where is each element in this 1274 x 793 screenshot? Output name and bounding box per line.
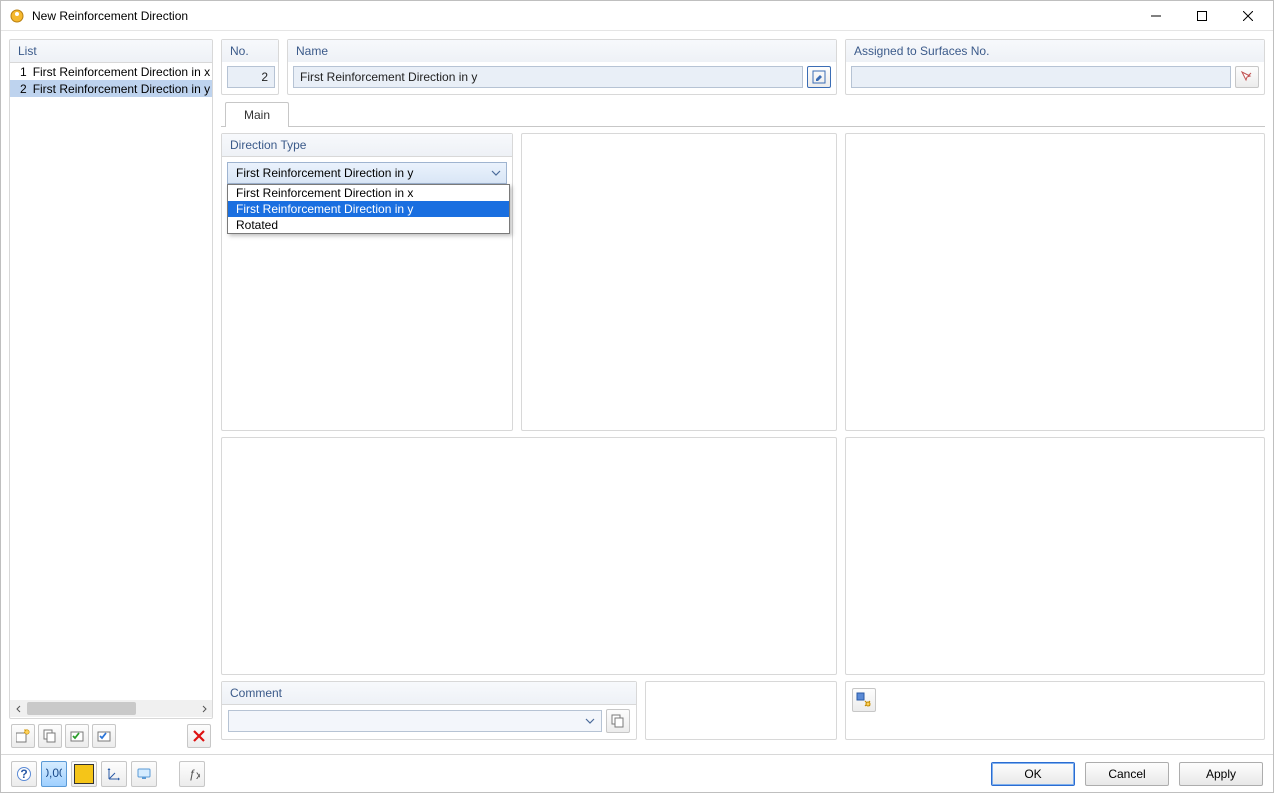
name-label: Name [288, 40, 836, 62]
direction-type-dropdown[interactable]: First Reinforcement Direction in xFirst … [227, 184, 510, 234]
assigned-input[interactable] [851, 66, 1231, 88]
tabs: Main [221, 101, 1265, 127]
assigned-field-box: Assigned to Surfaces No. [845, 39, 1265, 95]
top-fields: No. Name Assigned to Surfaces No. [221, 39, 1265, 95]
close-button[interactable] [1225, 1, 1271, 30]
name-field-box: Name [287, 39, 837, 95]
chevron-down-icon[interactable] [489, 166, 503, 180]
tab-main[interactable]: Main [225, 102, 289, 127]
name-input[interactable] [293, 66, 803, 88]
horizontal-scrollbar[interactable] [10, 700, 212, 717]
list-item[interactable]: 1 First Reinforcement Direction in x [10, 63, 212, 80]
scroll-track[interactable] [27, 700, 195, 717]
color-button[interactable] [71, 761, 97, 787]
chevron-down-icon[interactable] [583, 714, 597, 728]
svg-text:x: x [196, 768, 200, 782]
list-toolbar [9, 719, 213, 750]
comment-library-button[interactable] [606, 709, 630, 733]
main-column: No. Name Assigned to Surfaces No. [221, 39, 1265, 750]
titlebar: New Reinforcement Direction [1, 1, 1273, 31]
comment-panel: Comment [221, 681, 637, 740]
no-field-box: No. [221, 39, 279, 95]
check-green-button[interactable] [65, 724, 89, 748]
no-input[interactable] [227, 66, 275, 88]
sidebar: List 1 First Reinforcement Direction in … [9, 39, 213, 750]
dropdown-option[interactable]: First Reinforcement Direction in x [228, 185, 509, 201]
preview-panel-upper [845, 133, 1265, 431]
new-item-button[interactable] [11, 724, 35, 748]
list-header: List [10, 40, 212, 63]
big-row [221, 437, 1265, 675]
mid-row: Direction Type First Reinforcement Direc… [221, 133, 1265, 431]
minimize-button[interactable] [1133, 1, 1179, 30]
comment-header: Comment [222, 682, 636, 705]
svg-text:0,00: 0,00 [46, 766, 62, 780]
dropdown-option[interactable]: First Reinforcement Direction in y [228, 201, 509, 217]
comment-side-panel [645, 681, 837, 740]
list-item-label: First Reinforcement Direction in x [33, 65, 210, 79]
function-button[interactable]: ƒx [179, 761, 205, 787]
ok-button[interactable]: OK [991, 762, 1075, 786]
mid-empty-panel [521, 133, 837, 431]
svg-text:ƒ: ƒ [189, 767, 196, 781]
list-body[interactable]: 1 First Reinforcement Direction in x 2 F… [10, 63, 212, 717]
direction-type-panel: Direction Type First Reinforcement Direc… [221, 133, 513, 431]
scroll-thumb[interactable] [27, 702, 136, 715]
edit-name-button[interactable] [807, 66, 831, 88]
window-title: New Reinforcement Direction [32, 9, 1133, 23]
cancel-button[interactable]: Cancel [1085, 762, 1169, 786]
pick-surfaces-button[interactable] [1235, 66, 1259, 88]
copy-item-button[interactable] [38, 724, 62, 748]
list-item[interactable]: 2 First Reinforcement Direction in y [10, 80, 212, 97]
apply-button[interactable]: Apply [1179, 762, 1263, 786]
delete-button[interactable] [187, 724, 211, 748]
direction-type-combo[interactable]: First Reinforcement Direction in y First… [227, 162, 507, 184]
help-button[interactable]: ? [11, 761, 37, 787]
dropdown-option[interactable]: Rotated [228, 217, 509, 233]
comment-row: Comment [221, 681, 1265, 740]
app-icon [9, 8, 25, 24]
assigned-label: Assigned to Surfaces No. [846, 40, 1264, 62]
list-item-number: 1 [20, 65, 27, 79]
content-area: List 1 First Reinforcement Direction in … [1, 31, 1273, 754]
units-button[interactable]: 0,00 [41, 761, 67, 787]
check-blue-button[interactable] [92, 724, 116, 748]
comment-combo[interactable] [228, 710, 602, 732]
direction-type-header: Direction Type [222, 134, 512, 157]
list-panel: List 1 First Reinforcement Direction in … [9, 39, 213, 719]
bottom-bar: ? 0,00 ƒx OK Cancel Apply [1, 754, 1273, 792]
scroll-right-icon[interactable] [195, 700, 212, 717]
no-label: No. [222, 40, 278, 62]
svg-text:?: ? [20, 767, 27, 781]
direction-type-selected[interactable]: First Reinforcement Direction in y [227, 162, 507, 184]
axes-button[interactable] [101, 761, 127, 787]
list-item-number: 2 [20, 82, 27, 96]
display-button[interactable] [131, 761, 157, 787]
scroll-left-icon[interactable] [10, 700, 27, 717]
maximize-button[interactable] [1179, 1, 1225, 30]
list-item-label: First Reinforcement Direction in y [33, 82, 210, 96]
details-panel [221, 437, 837, 675]
preview-panel-lower [845, 437, 1265, 675]
preview-settings-button[interactable] [852, 688, 876, 712]
preview-actions-panel [845, 681, 1265, 740]
